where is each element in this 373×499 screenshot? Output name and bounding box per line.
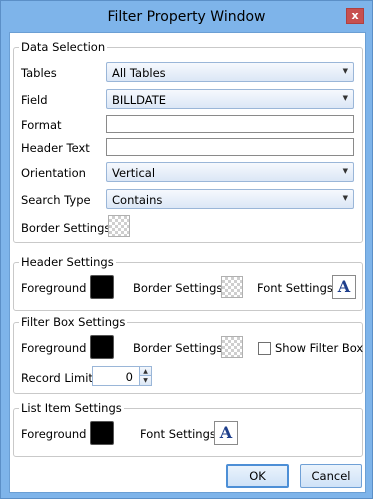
border-settings-swatch[interactable] xyxy=(108,215,130,237)
search-type-value: Contains xyxy=(112,193,163,207)
header-foreground-swatch[interactable] xyxy=(90,275,114,299)
chevron-down-icon: ▼ xyxy=(342,94,348,102)
chevron-down-icon[interactable]: ▼ xyxy=(139,376,151,385)
header-settings-group: Header Settings Foreground Border Settin… xyxy=(13,255,363,311)
list-item-settings-group: List Item Settings Foreground Font Setti… xyxy=(13,401,363,457)
header-border-settings-label: Border Settings xyxy=(133,281,223,295)
data-selection-title: Data Selection xyxy=(19,40,108,54)
orientation-dropdown[interactable]: Vertical ▼ xyxy=(106,162,354,182)
search-type-label: Search Type xyxy=(21,193,91,207)
field-value: BILLDATE xyxy=(112,93,167,107)
title-bar[interactable]: Filter Property Window x xyxy=(1,1,372,33)
chevron-down-icon: ▼ xyxy=(342,167,348,175)
tables-dropdown[interactable]: All Tables ▼ xyxy=(106,62,354,82)
chevron-down-icon: ▼ xyxy=(342,194,348,202)
window-client-area: Data Selection Tables All Tables ▼ Field… xyxy=(9,32,366,493)
filter-property-window: Filter Property Window x Data Selection … xyxy=(0,0,373,499)
show-filter-box-checkbox[interactable] xyxy=(258,342,271,355)
font-icon[interactable]: A xyxy=(332,275,356,299)
header-settings-title: Header Settings xyxy=(19,255,116,269)
filter-box-settings-group: Filter Box Settings Foreground Border Se… xyxy=(13,315,364,394)
filter-foreground-label: Foreground xyxy=(21,341,87,355)
record-limit-value: 0 xyxy=(125,370,133,384)
chevron-up-icon[interactable]: ▲ xyxy=(139,367,151,376)
header-text-field[interactable] xyxy=(106,138,354,156)
chevron-down-icon: ▼ xyxy=(342,67,348,75)
show-filter-box-label: Show Filter Box xyxy=(275,341,364,355)
header-border-settings-swatch[interactable] xyxy=(221,276,243,298)
list-font-settings-label: Font Settings xyxy=(140,427,216,441)
record-limit-stepper[interactable]: 0 ▲ ▼ xyxy=(92,366,152,386)
window-title: Filter Property Window xyxy=(107,9,266,25)
filter-border-settings-swatch[interactable] xyxy=(221,336,243,358)
close-button[interactable]: x xyxy=(346,8,364,24)
tables-label: Tables xyxy=(21,66,57,80)
field-label: Field xyxy=(21,93,48,107)
format-label: Format xyxy=(21,118,62,132)
record-limit-label: Record Limit xyxy=(21,371,93,385)
cancel-button[interactable]: Cancel xyxy=(300,464,362,488)
orientation-value: Vertical xyxy=(112,166,156,180)
font-icon[interactable]: A xyxy=(214,421,238,445)
header-foreground-label: Foreground xyxy=(21,281,87,295)
list-foreground-label: Foreground xyxy=(21,427,87,441)
list-item-settings-title: List Item Settings xyxy=(19,401,124,415)
filter-border-settings-label: Border Settings xyxy=(133,341,223,355)
tables-value: All Tables xyxy=(112,66,166,80)
field-dropdown[interactable]: BILLDATE ▼ xyxy=(106,89,354,109)
orientation-label: Orientation xyxy=(21,166,86,180)
filter-foreground-swatch[interactable] xyxy=(90,335,114,359)
header-text-label: Header Text xyxy=(21,141,90,155)
format-field[interactable] xyxy=(106,115,354,133)
filter-box-settings-title: Filter Box Settings xyxy=(19,315,128,329)
ok-button[interactable]: OK xyxy=(226,464,289,488)
data-selection-group: Data Selection Tables All Tables ▼ Field… xyxy=(13,40,363,243)
search-type-dropdown[interactable]: Contains ▼ xyxy=(106,189,354,209)
header-font-settings-label: Font Settings xyxy=(257,281,333,295)
list-foreground-swatch[interactable] xyxy=(90,421,114,445)
border-settings-label: Border Settings xyxy=(21,221,111,235)
